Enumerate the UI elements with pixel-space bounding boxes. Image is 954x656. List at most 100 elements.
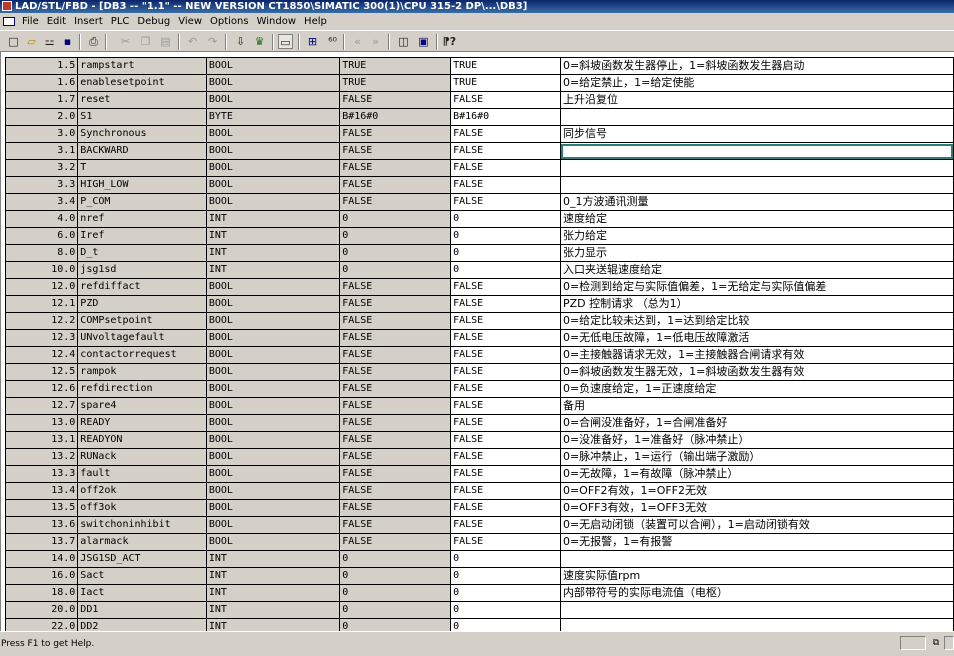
actual-value-cell[interactable]: 0: [450, 244, 561, 262]
actual-value-cell[interactable]: FALSE: [450, 91, 561, 109]
menu-insert[interactable]: Insert: [70, 13, 107, 30]
table-row[interactable]: 6.0 Iref INT 0 0 张力给定: [4, 227, 954, 245]
table-row[interactable]: 13.5 off3ok BOOL FALSE FALSE 0=OFF3有效，1=OFF3无…: [4, 499, 954, 517]
table-row[interactable]: 12.1 PZD BOOL FALSE FALSE PZD 控制请求 （总为1）: [4, 295, 954, 313]
comment-cell[interactable]: [559, 159, 954, 177]
actual-value-cell[interactable]: FALSE: [450, 363, 561, 381]
actual-value-cell[interactable]: 0: [450, 601, 561, 619]
table-row[interactable]: 1.7 reset BOOL FALSE FALSE 上升沿复位: [4, 91, 954, 109]
comment-cell[interactable]: [559, 108, 954, 126]
table-row[interactable]: 3.0 Synchronous BOOL FALSE FALSE 同步信号: [4, 125, 954, 143]
actual-value-cell[interactable]: FALSE: [450, 278, 561, 296]
comment-cell[interactable]: 内部带符号的实际电流值（电枢）: [559, 584, 954, 602]
table-row[interactable]: 13.4 off2ok BOOL FALSE FALSE 0=OFF2有效，1=OFF2无…: [4, 482, 954, 500]
open-icon[interactable]: ▱: [24, 34, 39, 49]
table-row[interactable]: 13.2 RUNack BOOL FALSE FALSE 0=脉冲禁止，1=运行（输出端子…: [4, 448, 954, 466]
actual-value-cell[interactable]: 0: [450, 261, 561, 279]
actual-value-cell[interactable]: TRUE: [450, 57, 561, 75]
comment-cell[interactable]: 0=无启动闭锁（装置可以合闸），1=启动闭锁有效: [559, 516, 954, 534]
comment-cell[interactable]: [559, 142, 954, 160]
actual-value-cell[interactable]: 0: [450, 618, 561, 631]
table-row[interactable]: 16.0 Sact INT 0 0 速度实际值rpm: [4, 567, 954, 585]
table-row[interactable]: 12.4 contactorrequest BOOL FALSE FALSE 0=主接触器…: [4, 346, 954, 364]
comment-cell[interactable]: 速度实际值rpm: [559, 567, 954, 585]
comment-cell[interactable]: 0=OFF3有效，1=OFF3无效: [559, 499, 954, 517]
actual-value-cell[interactable]: 0: [450, 210, 561, 228]
help-icon[interactable]: ⁋?: [442, 34, 457, 49]
table-row[interactable]: 2.0 S1 BYTE B#16#0 B#16#0: [4, 108, 954, 126]
table-row[interactable]: 14.0 JSG1SD_ACT INT 0 0: [4, 550, 954, 568]
actual-value-cell[interactable]: FALSE: [450, 295, 561, 313]
actual-value-cell[interactable]: 0: [450, 567, 561, 585]
cut-icon[interactable]: ✂: [118, 34, 133, 49]
table-row[interactable]: 3.2 T BOOL FALSE FALSE: [4, 159, 954, 177]
table-row[interactable]: 12.6 refdirection BOOL FALSE FALSE 0=负速度给定，1=…: [4, 380, 954, 398]
menu-view[interactable]: View: [174, 13, 206, 30]
document-window-icon[interactable]: [3, 16, 15, 26]
print-icon[interactable]: ⎙: [86, 34, 101, 49]
actual-value-cell[interactable]: FALSE: [450, 176, 561, 194]
table-row[interactable]: 3.1 BACKWARD BOOL FALSE FALSE: [4, 142, 954, 160]
comment-cell[interactable]: 0=给定比较未达到，1=达到给定比较: [559, 312, 954, 330]
new-icon[interactable]: □: [6, 34, 21, 49]
menu-file[interactable]: File: [18, 13, 43, 30]
comment-cell[interactable]: [559, 601, 954, 619]
actual-value-cell[interactable]: FALSE: [450, 142, 561, 160]
table-row[interactable]: 1.5 rampstart BOOL TRUE TRUE 0=斜坡函数发生器停止，1=斜坡…: [4, 57, 954, 75]
redo-icon[interactable]: ↷: [205, 34, 220, 49]
compare-icon[interactable]: ⊞: [305, 34, 320, 49]
table-row[interactable]: 1.6 enablesetpoint BOOL TRUE TRUE 0=给定禁止，1=给定…: [4, 74, 954, 92]
comment-cell[interactable]: 0=没准备好，1=准备好（脉冲禁止）: [559, 431, 954, 449]
comment-cell[interactable]: 0=无低电压故障，1=低电压故障激活: [559, 329, 954, 347]
comment-cell[interactable]: 上升沿复位: [559, 91, 954, 109]
comment-cell[interactable]: 0=OFF2有效，1=OFF2无效: [559, 482, 954, 500]
actual-value-cell[interactable]: FALSE: [450, 448, 561, 466]
download-icon[interactable]: ⇩: [233, 34, 248, 49]
menu-edit[interactable]: Edit: [43, 13, 70, 30]
table-row[interactable]: 12.0 refdiffact BOOL FALSE FALSE 0=检测到给定与实际值偏…: [4, 278, 954, 296]
actual-value-cell[interactable]: FALSE: [450, 499, 561, 517]
actual-value-cell[interactable]: TRUE: [450, 74, 561, 92]
table-row[interactable]: 13.1 READYON BOOL FALSE FALSE 0=没准备好，1=准备好（脉冲…: [4, 431, 954, 449]
comment-cell[interactable]: 0=负速度给定，1=正速度给定: [559, 380, 954, 398]
actual-value-cell[interactable]: FALSE: [450, 159, 561, 177]
undo-icon[interactable]: ↶: [185, 34, 200, 49]
actual-value-cell[interactable]: FALSE: [450, 125, 561, 143]
table-row[interactable]: 4.0 nref INT 0 0 速度给定: [4, 210, 954, 228]
table-row[interactable]: 13.0 READY BOOL FALSE FALSE 0=合闸没准备好，1=合闸准备好: [4, 414, 954, 432]
data-view-icon[interactable]: ▣: [416, 34, 431, 49]
comment-cell[interactable]: 速度给定: [559, 210, 954, 228]
actual-value-cell[interactable]: FALSE: [450, 380, 561, 398]
actual-value-cell[interactable]: FALSE: [450, 397, 561, 415]
menu-plc[interactable]: PLC: [107, 13, 134, 30]
actual-value-cell[interactable]: FALSE: [450, 431, 561, 449]
actual-value-cell[interactable]: FALSE: [450, 193, 561, 211]
comment-cell[interactable]: [559, 550, 954, 568]
comment-cell[interactable]: 同步信号: [559, 125, 954, 143]
actual-value-cell[interactable]: 0: [450, 584, 561, 602]
table-row[interactable]: 10.0 jsg1sd INT 0 0 入口夹送辊速度给定: [4, 261, 954, 279]
actual-value-cell[interactable]: 0: [450, 227, 561, 245]
comment-cell[interactable]: 张力显示: [559, 244, 954, 262]
actual-value-cell[interactable]: 0: [450, 550, 561, 568]
actual-value-cell[interactable]: FALSE: [450, 533, 561, 551]
table-row[interactable]: 3.4 P_COM BOOL FALSE FALSE 0_1方波通讯测量: [4, 193, 954, 211]
table-row[interactable]: 12.5 rampok BOOL FALSE FALSE 0=斜坡函数发生器无效，1=斜坡…: [4, 363, 954, 381]
table-row[interactable]: 12.7 spare4 BOOL FALSE FALSE 备用: [4, 397, 954, 415]
actual-value-cell[interactable]: FALSE: [450, 414, 561, 432]
menu-window[interactable]: Window: [253, 13, 300, 30]
overview-icon[interactable]: ▭: [278, 34, 293, 49]
paste-icon[interactable]: ▤: [158, 34, 173, 49]
table-row[interactable]: 18.0 Iact INT 0 0 内部带符号的实际电流值（电枢）: [4, 584, 954, 602]
declaration-view-icon[interactable]: ◫: [396, 34, 411, 49]
comment-cell[interactable]: 0=检测到给定与实际值偏差，1=无给定与实际值偏差: [559, 278, 954, 296]
table-row[interactable]: 13.3 fault BOOL FALSE FALSE 0=无故障，1=有故障（脉冲禁止）: [4, 465, 954, 483]
copy-icon[interactable]: ❐: [138, 34, 153, 49]
actual-value-cell[interactable]: FALSE: [450, 346, 561, 364]
table-row[interactable]: 12.2 COMPsetpoint BOOL FALSE FALSE 0=给定比较未达到，…: [4, 312, 954, 330]
prev-icon[interactable]: «: [350, 34, 365, 49]
save-icon[interactable]: ▪: [60, 34, 75, 49]
actual-value-cell[interactable]: FALSE: [450, 329, 561, 347]
goto-icon[interactable]: ⁶⁰: [325, 34, 340, 49]
comment-cell[interactable]: 0=无报警，1=有报警: [559, 533, 954, 551]
